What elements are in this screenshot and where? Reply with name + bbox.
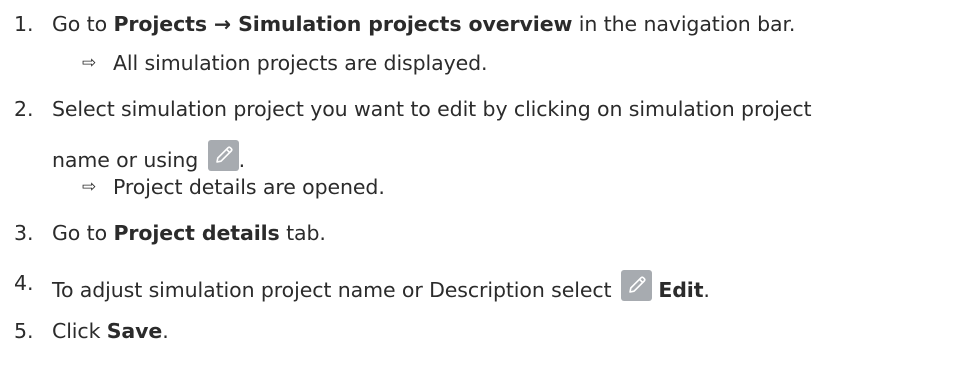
step-text: Go to Project details tab. bbox=[52, 220, 326, 246]
step-text: Select simulation project you want to ed… bbox=[52, 97, 812, 121]
menu-simulation-projects-overview: Simulation projects overview bbox=[238, 12, 573, 36]
step-suffix: in the navigation bar. bbox=[572, 12, 796, 36]
step-prefix: name or using bbox=[52, 148, 205, 172]
tab-project-details: Project details bbox=[113, 221, 280, 245]
step-number: 1. bbox=[14, 12, 34, 36]
step-prefix: Go to bbox=[52, 12, 114, 36]
result-arrow-icon: ⇨ bbox=[82, 53, 97, 73]
step-prefix: To adjust simulation project name or Des… bbox=[52, 278, 618, 302]
result-arrow-icon: ⇨ bbox=[82, 177, 97, 197]
step-number: 3. bbox=[14, 221, 34, 245]
step-text: Go to Projects → Simulation projects ove… bbox=[52, 11, 795, 37]
step-number: 2. bbox=[14, 97, 34, 121]
step-suffix: . bbox=[703, 278, 710, 302]
step-number: 4. bbox=[14, 271, 34, 295]
result-text: Project details are opened. bbox=[113, 175, 385, 199]
pencil-icon bbox=[620, 270, 652, 301]
step-prefix: Go to bbox=[52, 221, 114, 245]
step-text: name or using . bbox=[52, 140, 245, 173]
step-text: To adjust simulation project name or Des… bbox=[52, 270, 710, 303]
menu-projects: Projects bbox=[113, 12, 207, 36]
pencil-icon bbox=[207, 140, 239, 171]
step-suffix: . bbox=[162, 319, 169, 343]
step-suffix: . bbox=[238, 148, 246, 172]
save-label: Save bbox=[106, 319, 163, 343]
menu-arrow: → bbox=[206, 12, 239, 36]
step-suffix: tab. bbox=[279, 221, 326, 245]
edit-label: Edit bbox=[658, 278, 704, 302]
step-number: 5. bbox=[14, 319, 34, 343]
step-text: Click Save. bbox=[52, 318, 169, 344]
result-text: All simulation projects are displayed. bbox=[113, 51, 488, 75]
step-prefix: Click bbox=[52, 319, 107, 343]
